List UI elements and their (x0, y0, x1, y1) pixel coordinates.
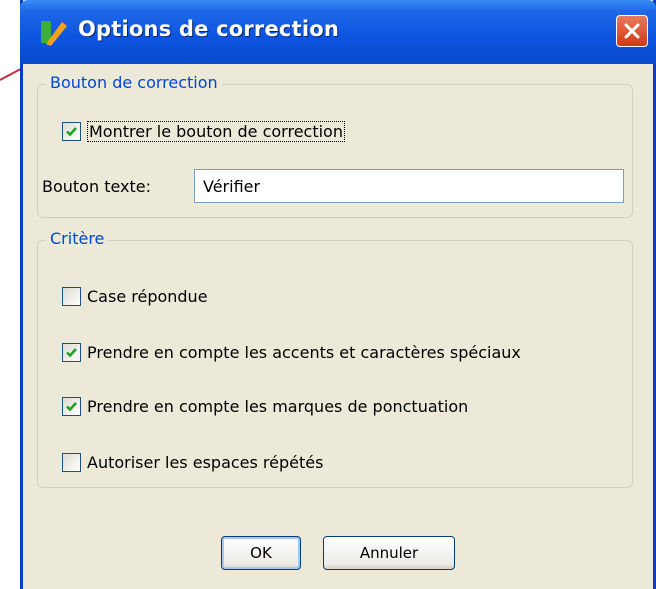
punctuation-label: Prendre en compte les marques de ponctua… (87, 397, 469, 416)
criteria-option-accents[interactable]: Prendre en compte les accents et caractè… (62, 343, 521, 362)
cancel-button[interactable]: Annuler (323, 536, 455, 570)
app-pencil-icon (41, 20, 67, 46)
correction-button-group: Bouton de correction Montrer le bouton d… (37, 73, 633, 218)
checkmark-icon (66, 402, 77, 412)
group-legend-correction-button: Bouton de correction (46, 73, 222, 92)
group-legend-criteria: Critère (46, 229, 109, 248)
repeated-spaces-checkbox[interactable] (62, 453, 81, 472)
show-correction-button-option[interactable]: Montrer le bouton de correction (62, 121, 345, 142)
close-button[interactable] (616, 15, 648, 47)
criteria-group: Critère Case répondue Prendre en compte … (37, 229, 633, 488)
ok-button[interactable]: OK (221, 536, 301, 570)
repeated-spaces-label: Autoriser les espaces répétés (87, 453, 324, 472)
punctuation-checkbox[interactable] (62, 397, 81, 416)
checkmark-icon (66, 127, 77, 137)
dialog-title: Options de correction (78, 17, 339, 41)
correction-options-dialog: Options de correction Bouton de correcti… (20, 0, 656, 589)
show-correction-button-checkbox[interactable] (62, 122, 81, 141)
criteria-option-answered-box[interactable]: Case répondue (62, 287, 208, 306)
close-icon (624, 23, 640, 39)
answered-box-checkbox[interactable] (62, 287, 81, 306)
button-text-input[interactable] (194, 169, 624, 203)
show-correction-button-label: Montrer le bouton de correction (87, 121, 345, 142)
criteria-option-punctuation[interactable]: Prendre en compte les marques de ponctua… (62, 397, 468, 416)
accents-label: Prendre en compte les accents et caractè… (87, 343, 521, 362)
button-text-label: Bouton texte: (42, 177, 152, 196)
answered-box-label: Case répondue (87, 287, 208, 306)
criteria-option-repeated-spaces[interactable]: Autoriser les espaces répétés (62, 453, 323, 472)
checkmark-icon (66, 348, 77, 358)
accents-checkbox[interactable] (62, 343, 81, 362)
title-bar[interactable]: Options de correction (20, 0, 656, 64)
